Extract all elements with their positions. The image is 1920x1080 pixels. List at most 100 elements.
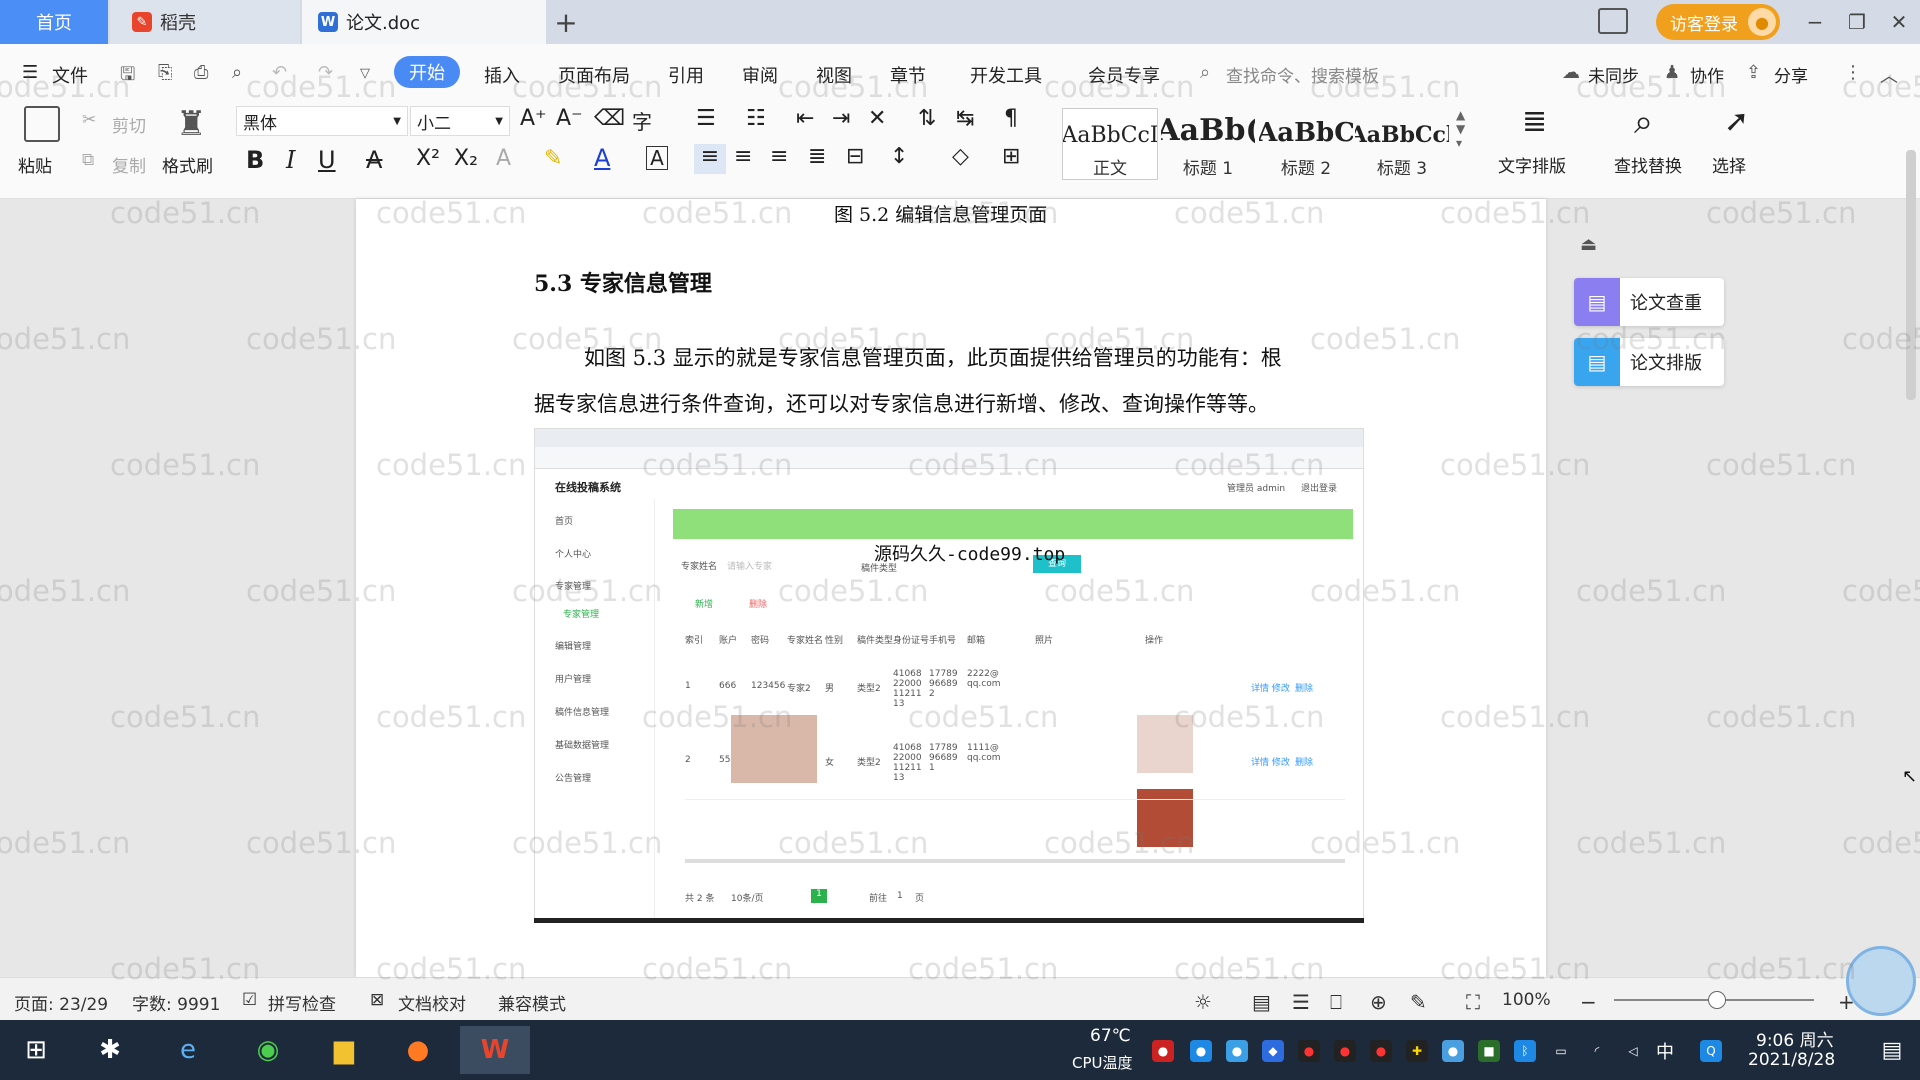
zoom-level[interactable]: 100%	[1502, 990, 1551, 1010]
align-right-icon[interactable]: ≡	[770, 144, 788, 169]
outline-view-icon[interactable]: ☰	[1292, 990, 1310, 1014]
volume-icon[interactable]: ◁	[1622, 1040, 1644, 1062]
tab-home[interactable]: 首页	[0, 0, 108, 44]
word-count[interactable]: 字数: 9991	[132, 990, 220, 1015]
borders-icon[interactable]: ⊞	[1002, 144, 1020, 169]
chinese-layout-icon[interactable]: ✕	[868, 106, 886, 131]
sort-icon[interactable]: ⇅	[918, 106, 936, 131]
tray-app-icon[interactable]: ●	[1152, 1040, 1174, 1062]
windows-start-icon[interactable]: ⊞	[12, 1026, 60, 1074]
sync-status[interactable]: 未同步	[1588, 62, 1639, 87]
save-icon[interactable]: 🖫	[120, 62, 135, 92]
notification-icon[interactable]: ▤	[1868, 1026, 1916, 1074]
spell-check-button[interactable]: 拼写检查	[268, 990, 336, 1015]
justify-icon[interactable]: ≣	[808, 144, 826, 169]
pen-icon[interactable]: ✎	[1410, 990, 1427, 1014]
menu-review[interactable]: 审阅	[742, 62, 778, 88]
cut-button[interactable]: 剪切	[112, 112, 146, 137]
wifi-icon[interactable]: ◜	[1586, 1040, 1608, 1062]
shrink-font-icon[interactable]: A⁻	[556, 106, 583, 131]
layout-icon[interactable]	[1598, 8, 1628, 34]
align-center-icon[interactable]: ≡	[734, 144, 752, 169]
page-view-icon[interactable]: ▤	[1252, 990, 1271, 1014]
shield-icon[interactable]: ◆	[1262, 1040, 1284, 1062]
highlight-icon[interactable]: ✎	[544, 146, 562, 171]
command-search-input[interactable]: 查找命令、搜索模板	[1226, 62, 1379, 87]
superscript-icon[interactable]: X²	[416, 146, 440, 171]
decrease-indent-icon[interactable]: ⇤	[796, 106, 814, 131]
file-explorer-icon[interactable]: ▆	[320, 1026, 368, 1074]
pinyin-icon[interactable]: 字	[632, 106, 652, 135]
tray-app-icon[interactable]: ●	[1298, 1040, 1320, 1062]
text-effect-icon[interactable]: A	[496, 146, 511, 171]
subscript-icon[interactable]: X₂	[454, 146, 478, 171]
assistant-robot-icon[interactable]	[1846, 946, 1916, 1016]
menu-view[interactable]: 视图	[816, 62, 852, 88]
menu-references[interactable]: 引用	[668, 62, 704, 88]
quick-access-dropdown-icon[interactable]: ▽	[360, 66, 370, 81]
paper-layout-button[interactable]: ▤ 论文排版	[1574, 338, 1724, 386]
vertical-scrollbar[interactable]	[1906, 150, 1916, 400]
align-left-icon[interactable]: ≡	[694, 144, 726, 174]
ime-icon[interactable]: Q	[1700, 1040, 1722, 1062]
close-button[interactable]: ✕	[1878, 0, 1920, 44]
font-color-icon[interactable]: A	[594, 144, 610, 172]
zoom-slider-handle[interactable]	[1708, 991, 1726, 1009]
style-heading-3[interactable]: AaBbCcl 标题 3	[1354, 108, 1450, 180]
strikethrough-icon[interactable]: A	[366, 146, 382, 174]
bullet-list-icon[interactable]: ☰	[696, 106, 716, 131]
menu-member[interactable]: 会员专享	[1088, 62, 1160, 88]
minimize-button[interactable]: −	[1794, 0, 1836, 44]
underline-icon[interactable]: U	[318, 146, 336, 174]
bold-icon[interactable]: B	[246, 146, 264, 174]
pinwheel-app-icon[interactable]: ✱	[86, 1026, 134, 1074]
preview-icon[interactable]: ⌕	[232, 62, 242, 83]
tray-app-icon[interactable]: ●	[1190, 1040, 1212, 1062]
numbered-list-icon[interactable]: ☷	[746, 106, 766, 131]
menu-page-layout[interactable]: 页面布局	[558, 62, 630, 88]
menu-file[interactable]: 文件	[52, 62, 88, 88]
wps-taskbar-icon[interactable]: W	[460, 1026, 530, 1074]
collapse-panel-icon[interactable]: ⏏	[1580, 234, 1597, 255]
clear-format-icon[interactable]: ⌫	[594, 106, 625, 131]
distribute-icon[interactable]: ⊟	[846, 144, 864, 169]
page-indicator[interactable]: 页面: 23/29	[14, 990, 108, 1015]
show-marks-icon[interactable]: ¶	[1004, 106, 1018, 131]
input-language[interactable]: 中	[1656, 1038, 1674, 1064]
print-icon[interactable]: ⎙	[194, 62, 208, 83]
redo-icon[interactable]: ↷	[318, 62, 333, 83]
undo-icon[interactable]: ↶	[272, 62, 287, 83]
styles-scroll-icon[interactable]: ▲ ▼ ▾	[1456, 108, 1465, 150]
paste-icon[interactable]	[24, 106, 60, 142]
eye-protect-icon[interactable]: ☼	[1194, 990, 1212, 1014]
text-direction-icon[interactable]: ↹	[956, 106, 974, 131]
select-button[interactable]: 选择	[1712, 152, 1746, 177]
increase-indent-icon[interactable]: ⇥	[832, 106, 850, 131]
360-browser-icon[interactable]: ◉	[244, 1026, 292, 1074]
typeset-button[interactable]: 文字排版	[1498, 152, 1566, 177]
nvidia-icon[interactable]: ■	[1478, 1040, 1500, 1062]
web-view-icon[interactable]: ⊕	[1370, 990, 1387, 1014]
line-spacing-icon[interactable]: ↕	[890, 144, 908, 169]
style-heading-1[interactable]: AaBb(标题 1	[1160, 108, 1256, 180]
menu-insert[interactable]: 插入	[484, 62, 520, 88]
ninja-app-icon[interactable]: ●	[394, 1026, 442, 1074]
grow-font-icon[interactable]: A⁺	[520, 106, 547, 131]
style-normal[interactable]: AaBbCcI 正文	[1062, 108, 1158, 180]
char-border-icon[interactable]: A	[646, 146, 668, 170]
login-button[interactable]: 访客登录 ●	[1656, 4, 1780, 40]
fit-icon[interactable]: ⛶	[1466, 990, 1480, 1014]
clock-time[interactable]: 9:06 周六	[1756, 1026, 1834, 1051]
proof-button[interactable]: 文档校对	[398, 990, 466, 1015]
read-view-icon[interactable]: ⎕	[1330, 990, 1342, 1014]
tray-app-icon[interactable]: ●	[1334, 1040, 1356, 1062]
tray-app-icon[interactable]: ✚	[1406, 1040, 1428, 1062]
tray-app-icon[interactable]: ●	[1442, 1040, 1464, 1062]
hamburger-icon[interactable]: ☰	[22, 62, 38, 83]
tray-app-icon[interactable]: ●	[1370, 1040, 1392, 1062]
paper-check-button[interactable]: ▤ 论文查重	[1574, 278, 1724, 326]
restore-button[interactable]: ❐	[1836, 0, 1878, 44]
battery-icon[interactable]: ▭	[1550, 1040, 1572, 1062]
new-tab-button[interactable]: +	[548, 0, 584, 44]
collapse-ribbon-icon[interactable]: ︿	[1880, 62, 1898, 88]
